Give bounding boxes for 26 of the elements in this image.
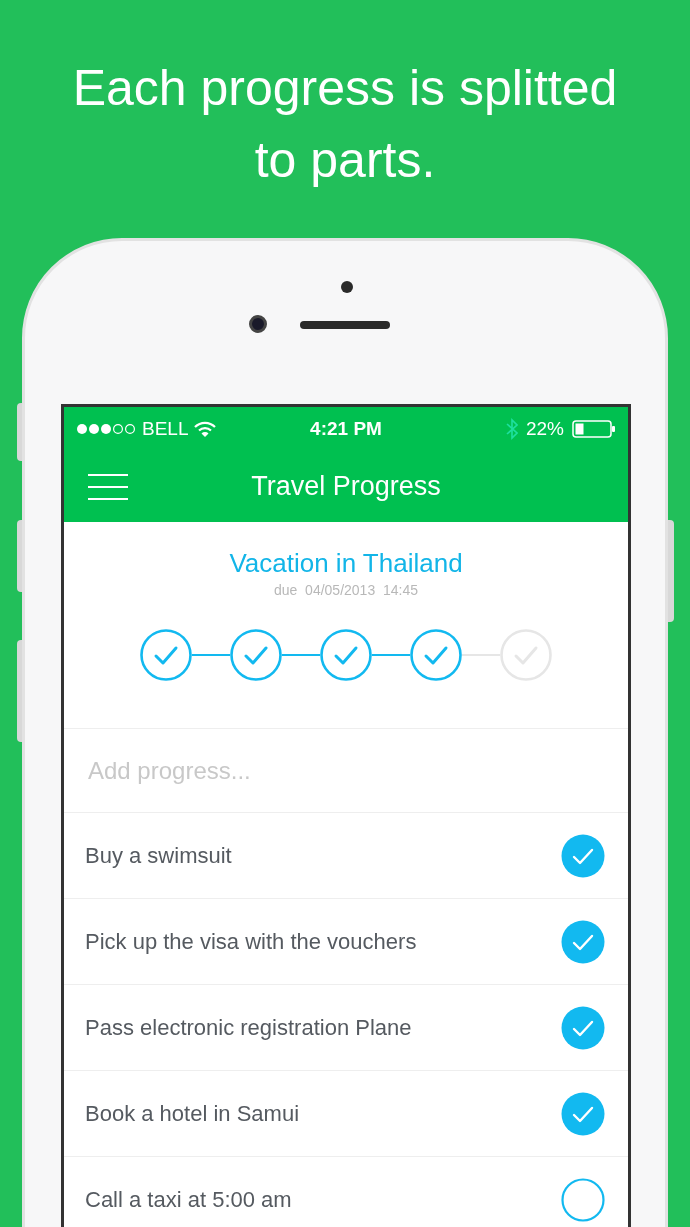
task-label: Buy a swimsuit xyxy=(85,842,232,870)
task-label: Pick up the visa with the vouchers xyxy=(85,928,417,956)
due-date: due 04/05/2013 14:45 xyxy=(274,581,418,600)
task-checkbox[interactable] xyxy=(561,919,605,964)
menu-button[interactable] xyxy=(88,473,128,501)
wifi-icon xyxy=(194,421,217,437)
headline: Each progress is splitted to parts. xyxy=(71,59,619,190)
task-checkbox[interactable] xyxy=(561,1091,605,1136)
goal-title: Vacation in Thailand xyxy=(229,548,463,578)
step-connector xyxy=(282,654,320,656)
task-label: Pass electronic registration Plane xyxy=(85,1014,412,1042)
camera-icon xyxy=(249,315,267,333)
step-connector xyxy=(192,654,230,656)
battery-label: 22% xyxy=(525,416,564,441)
task-checkbox[interactable] xyxy=(561,1005,605,1050)
battery-icon xyxy=(572,420,616,438)
step-connector xyxy=(372,654,410,656)
nav-title: Travel Progress xyxy=(251,470,441,504)
task-label: Book a hotel in Samui xyxy=(85,1100,300,1128)
carrier-label: BELL xyxy=(142,416,189,441)
status-time: 4:21 PM xyxy=(310,416,382,441)
signal-icon xyxy=(76,423,136,435)
task-checkbox[interactable] xyxy=(561,833,605,878)
bluetooth-icon xyxy=(505,418,518,440)
task-label: Call a taxi at 5:00 am xyxy=(85,1186,292,1214)
task-checkbox[interactable] xyxy=(561,1177,605,1222)
